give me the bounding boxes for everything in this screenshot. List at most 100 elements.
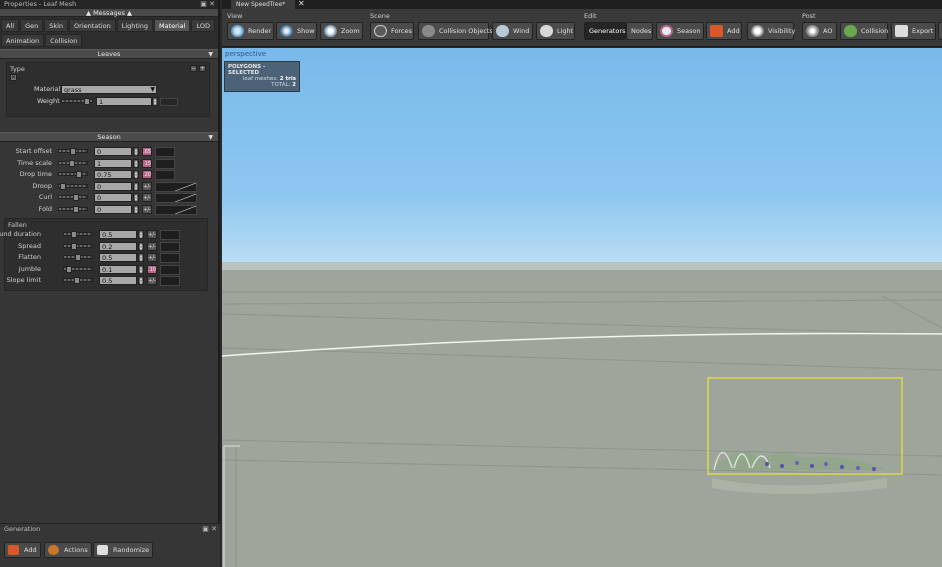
forces-button[interactable]: Forces: [370, 22, 414, 40]
curve-editor[interactable]: [160, 241, 180, 252]
slider-knob[interactable]: [76, 171, 82, 178]
curve-editor[interactable]: [155, 204, 197, 215]
slider-knob[interactable]: [75, 254, 81, 261]
weight-curve-swatch[interactable]: [160, 98, 178, 106]
slider-knob[interactable]: [69, 159, 75, 167]
slider-knob[interactable]: [71, 242, 77, 250]
property-value-field[interactable]: 0.75: [94, 170, 132, 179]
value-spinner[interactable]: ▲ ▼: [138, 253, 144, 262]
variance-button[interactable]: +/-: [142, 181, 152, 191]
material-select[interactable]: grass ▼: [61, 85, 157, 94]
collapse-icon[interactable]: ▼: [208, 133, 213, 142]
zoom-button[interactable]: Zoom: [320, 22, 363, 40]
3d-viewport[interactable]: perspective POLYGONS - SELECTED leaf mes…: [222, 48, 942, 567]
slider-knob[interactable]: [74, 277, 80, 284]
slider-knob[interactable]: [71, 231, 77, 238]
add-button[interactable]: Add: [706, 22, 742, 40]
tab-lod[interactable]: LOD: [191, 19, 215, 32]
collision-objects-button[interactable]: Collision Objects: [418, 22, 493, 40]
ao-button[interactable]: AO: [802, 22, 837, 40]
more-button[interactable]: [938, 22, 942, 40]
slider-knob[interactable]: [73, 194, 79, 201]
close-icon[interactable]: ✕: [298, 0, 305, 8]
property-value-field[interactable]: 0: [94, 204, 132, 214]
tab-gen[interactable]: Gen: [20, 19, 44, 32]
variance-button[interactable]: .20: [142, 170, 152, 179]
randomize-button[interactable]: Randomize: [93, 542, 154, 558]
remove-icon[interactable]: −: [190, 65, 197, 72]
export-button[interactable]: Export: [891, 22, 936, 40]
generators-button[interactable]: Generators: [584, 22, 626, 40]
variance-button[interactable]: .15: [142, 158, 152, 168]
curve-editor[interactable]: [160, 264, 180, 275]
tab-material[interactable]: Material: [154, 19, 191, 32]
weight-field[interactable]: 1: [96, 97, 152, 106]
document-tab[interactable]: New SpeedTree*: [231, 0, 295, 9]
property-slider[interactable]: [58, 148, 88, 155]
leaves-section-header[interactable]: Leaves ▼: [0, 49, 218, 59]
value-spinner[interactable]: ▲ ▼: [138, 264, 144, 274]
add-generator-button[interactable]: Add: [4, 542, 41, 558]
property-value-field[interactable]: 0: [94, 193, 132, 202]
curve-editor[interactable]: [155, 181, 197, 192]
slider-knob[interactable]: [60, 182, 66, 190]
render-button[interactable]: Render: [227, 22, 274, 40]
visibility-button[interactable]: Visibility: [747, 22, 795, 40]
variance-button[interactable]: .10: [147, 264, 157, 274]
curve-editor[interactable]: [155, 193, 197, 203]
property-slider[interactable]: [63, 242, 93, 250]
weight-spinner[interactable]: ▲ ▼: [152, 97, 158, 106]
value-spinner[interactable]: ▲ ▼: [138, 230, 144, 239]
slider-knob[interactable]: [70, 148, 76, 155]
slider-knob[interactable]: [84, 98, 90, 105]
property-value-field[interactable]: 0: [94, 147, 132, 156]
curve-editor[interactable]: [155, 158, 175, 169]
property-slider[interactable]: [58, 182, 88, 190]
property-value-field[interactable]: 0.1: [99, 264, 137, 274]
value-spinner[interactable]: ▲ ▼: [133, 147, 139, 156]
delete-type-icon[interactable]: ✕: [10, 74, 17, 81]
variance-button[interactable]: +/-: [147, 230, 157, 239]
collision-button[interactable]: Collision: [840, 22, 888, 40]
variance-button[interactable]: +/-: [147, 241, 157, 251]
actions-button[interactable]: Actions: [44, 542, 92, 558]
panel-window-controls[interactable]: ▣ ✕: [202, 524, 217, 535]
property-value-field[interactable]: 0.5: [99, 276, 137, 285]
tab-orientation[interactable]: Orientation: [69, 19, 116, 32]
curve-editor[interactable]: [155, 170, 175, 180]
property-slider[interactable]: [58, 194, 88, 201]
light-button[interactable]: Light: [536, 22, 575, 40]
slider-knob[interactable]: [66, 265, 72, 273]
variance-button[interactable]: +/-: [147, 253, 157, 262]
season-button[interactable]: Season: [656, 22, 704, 40]
tab-all[interactable]: All: [1, 19, 20, 32]
messages-bar[interactable]: ▲ Messages ▲: [0, 9, 218, 17]
tab-skin[interactable]: Skin: [44, 19, 69, 32]
property-slider[interactable]: [63, 231, 93, 238]
collapse-icon[interactable]: ▼: [208, 50, 213, 59]
tab-collision[interactable]: Collision: [45, 34, 83, 47]
value-spinner[interactable]: ▲ ▼: [133, 193, 139, 202]
property-slider[interactable]: [63, 277, 93, 284]
property-value-field[interactable]: 0.2: [99, 241, 137, 251]
tab-animation[interactable]: Animation: [1, 34, 45, 47]
panel-window-controls[interactable]: ▣ ✕: [200, 0, 215, 9]
property-slider[interactable]: [58, 171, 88, 178]
value-spinner[interactable]: ▲ ▼: [133, 170, 139, 179]
property-slider[interactable]: [58, 159, 88, 167]
property-value-field[interactable]: 0.5: [99, 253, 137, 262]
slider-knob[interactable]: [73, 205, 79, 213]
value-spinner[interactable]: ▲ ▼: [138, 276, 144, 285]
curve-editor[interactable]: [155, 147, 175, 157]
wind-button[interactable]: Wind: [492, 22, 533, 40]
value-spinner[interactable]: ▲ ▼: [133, 181, 139, 191]
curve-editor[interactable]: [160, 276, 180, 286]
property-slider[interactable]: [63, 265, 93, 273]
season-section-header[interactable]: Season ▼: [0, 132, 218, 142]
value-spinner[interactable]: ▲ ▼: [133, 204, 139, 214]
curve-editor[interactable]: [160, 253, 180, 263]
variance-button[interactable]: +/-: [147, 276, 157, 285]
property-slider[interactable]: [63, 254, 93, 261]
variance-button[interactable]: +/-: [142, 193, 152, 202]
nodes-button[interactable]: Nodes: [626, 22, 653, 40]
